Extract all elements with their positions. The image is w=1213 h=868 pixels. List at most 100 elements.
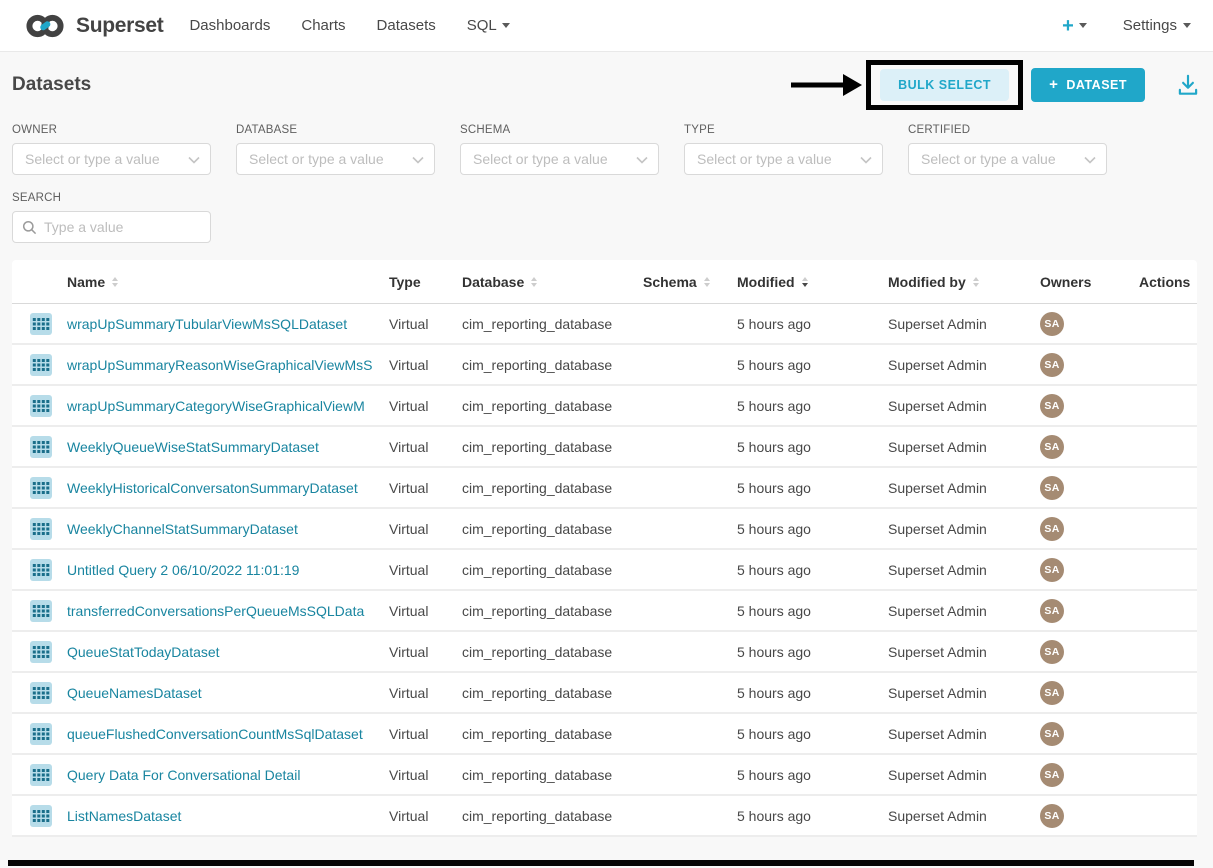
settings-menu[interactable]: Settings (1123, 17, 1191, 34)
dataset-modified: 5 hours ago (737, 685, 888, 701)
export-datasets-button[interactable] (1175, 72, 1201, 98)
nav-links: Dashboards Charts Datasets SQL (189, 17, 509, 34)
dataset-modified: 5 hours ago (737, 644, 888, 660)
nav-item[interactable]: Dashboards (189, 17, 270, 34)
dataset-database: cim_reporting_database (462, 439, 643, 455)
dataset-name-link[interactable]: wrapUpSummaryReasonWiseGraphicalViewMsS (67, 357, 373, 373)
search-box[interactable] (12, 211, 211, 243)
filter-select-input[interactable] (461, 151, 658, 167)
table-row: transferredConversationsPerQueueMsSQLDat… (12, 591, 1197, 632)
owner-avatar[interactable]: SA (1040, 394, 1064, 418)
new-item-menu[interactable]: + (1062, 16, 1087, 36)
dataset-name-link[interactable]: Untitled Query 2 06/10/2022 11:01:19 (67, 562, 299, 578)
sort-icon[interactable] (973, 277, 979, 287)
owner-avatar[interactable]: SA (1040, 681, 1064, 705)
dataset-type: Virtual (389, 808, 462, 824)
owner-avatar[interactable]: SA (1040, 435, 1064, 459)
owner-avatar[interactable]: SA (1040, 558, 1064, 582)
page-title: Datasets (12, 74, 91, 96)
dataset-name-link[interactable]: wrapUpSummaryCategoryWiseGraphicalViewM (67, 398, 365, 414)
search-icon (22, 220, 37, 235)
dataset-name-link[interactable]: WeeklyHistoricalConversatonSummaryDatase… (67, 480, 358, 496)
sort-icon[interactable] (704, 277, 710, 287)
column-header[interactable]: Type (389, 274, 462, 290)
filter-select[interactable] (236, 143, 435, 175)
bulk-select-button[interactable]: BULK SELECT (880, 69, 1009, 101)
chevron-down-icon (860, 156, 872, 164)
owner-avatar[interactable]: SA (1040, 476, 1064, 500)
owner-avatar[interactable]: SA (1040, 763, 1064, 787)
dataset-grid-icon (30, 641, 52, 663)
nav-item[interactable]: Charts (301, 17, 345, 34)
dataset-modified-by: Superset Admin (888, 439, 1040, 455)
column-header[interactable]: Modified by (888, 274, 1040, 290)
filter-select[interactable] (684, 143, 883, 175)
filter-select-input[interactable] (685, 151, 882, 167)
sort-icon[interactable] (531, 277, 537, 287)
chevron-down-icon (1183, 23, 1191, 28)
plus-icon: + (1062, 16, 1074, 36)
dataset-modified-by: Superset Admin (888, 685, 1040, 701)
add-dataset-button[interactable]: + DATASET (1031, 68, 1145, 102)
dataset-modified: 5 hours ago (737, 480, 888, 496)
dataset-name-link[interactable]: Query Data For Conversational Detail (67, 767, 300, 783)
column-header[interactable]: Database (462, 274, 643, 290)
dataset-type: Virtual (389, 644, 462, 660)
dataset-grid-icon (30, 805, 52, 827)
dataset-modified: 5 hours ago (737, 439, 888, 455)
filter-group: TYPE (684, 124, 883, 175)
filter-select-input[interactable] (909, 151, 1106, 167)
search-input[interactable] (13, 219, 210, 235)
column-header[interactable]: Modified (737, 274, 888, 290)
owner-avatar[interactable]: SA (1040, 722, 1064, 746)
sort-icon[interactable] (112, 277, 118, 287)
dataset-database: cim_reporting_database (462, 767, 643, 783)
sort-icon[interactable] (802, 277, 808, 287)
dataset-modified: 5 hours ago (737, 521, 888, 537)
annotation-arrow (791, 68, 863, 102)
superset-logo[interactable]: Superset (22, 10, 163, 42)
dataset-grid-icon (30, 559, 52, 581)
dataset-name-link[interactable]: queueFlushedConversationCountMsSqlDatase… (67, 726, 363, 742)
nav-item[interactable]: SQL (467, 17, 510, 34)
column-header[interactable]: Name (67, 274, 389, 290)
owner-avatar[interactable]: SA (1040, 517, 1064, 541)
nav-right: + Settings (1062, 16, 1191, 36)
filter-select-input[interactable] (13, 151, 210, 167)
owner-avatar[interactable]: SA (1040, 804, 1064, 828)
chevron-down-icon (1079, 23, 1087, 28)
owner-avatar[interactable]: SA (1040, 599, 1064, 623)
dataset-modified-by: Superset Admin (888, 726, 1040, 742)
owner-avatar[interactable]: SA (1040, 353, 1064, 377)
dataset-name-link[interactable]: QueueNamesDataset (67, 685, 202, 701)
dataset-name-link[interactable]: QueueStatTodayDataset (67, 644, 220, 660)
dataset-name-link[interactable]: WeeklyChannelStatSummaryDataset (67, 521, 298, 537)
column-header[interactable]: Actions (1139, 274, 1197, 290)
filter-select[interactable] (12, 143, 211, 175)
dataset-type: Virtual (389, 603, 462, 619)
dataset-modified: 5 hours ago (737, 398, 888, 414)
owner-avatar[interactable]: SA (1040, 640, 1064, 664)
dataset-name-link[interactable]: wrapUpSummaryTubularViewMsSQLDataset (67, 316, 347, 332)
dataset-modified-by: Superset Admin (888, 480, 1040, 496)
nav-item[interactable]: Datasets (377, 17, 436, 34)
dataset-name-link[interactable]: WeeklyQueueWiseStatSummaryDataset (67, 439, 319, 455)
filter-group: CERTIFIED (908, 124, 1107, 175)
dataset-name-link[interactable]: ListNamesDataset (67, 808, 181, 824)
column-header[interactable]: Owners (1040, 274, 1139, 290)
filter-label: TYPE (684, 124, 883, 136)
dataset-name-link[interactable]: transferredConversationsPerQueueMsSQLDat… (67, 603, 364, 619)
table-row: Query Data For Conversational Detail Vir… (12, 755, 1197, 796)
column-header[interactable]: Schema (643, 274, 737, 290)
table-row: QueueNamesDataset Virtual cim_reporting_… (12, 673, 1197, 714)
dataset-database: cim_reporting_database (462, 644, 643, 660)
dataset-grid-icon (30, 436, 52, 458)
dataset-database: cim_reporting_database (462, 480, 643, 496)
dataset-modified: 5 hours ago (737, 767, 888, 783)
filter-select-input[interactable] (237, 151, 434, 167)
dataset-modified: 5 hours ago (737, 562, 888, 578)
table-row: wrapUpSummaryTubularViewMsSQLDataset Vir… (12, 304, 1197, 345)
filter-select[interactable] (908, 143, 1107, 175)
filter-select[interactable] (460, 143, 659, 175)
owner-avatar[interactable]: SA (1040, 312, 1064, 336)
